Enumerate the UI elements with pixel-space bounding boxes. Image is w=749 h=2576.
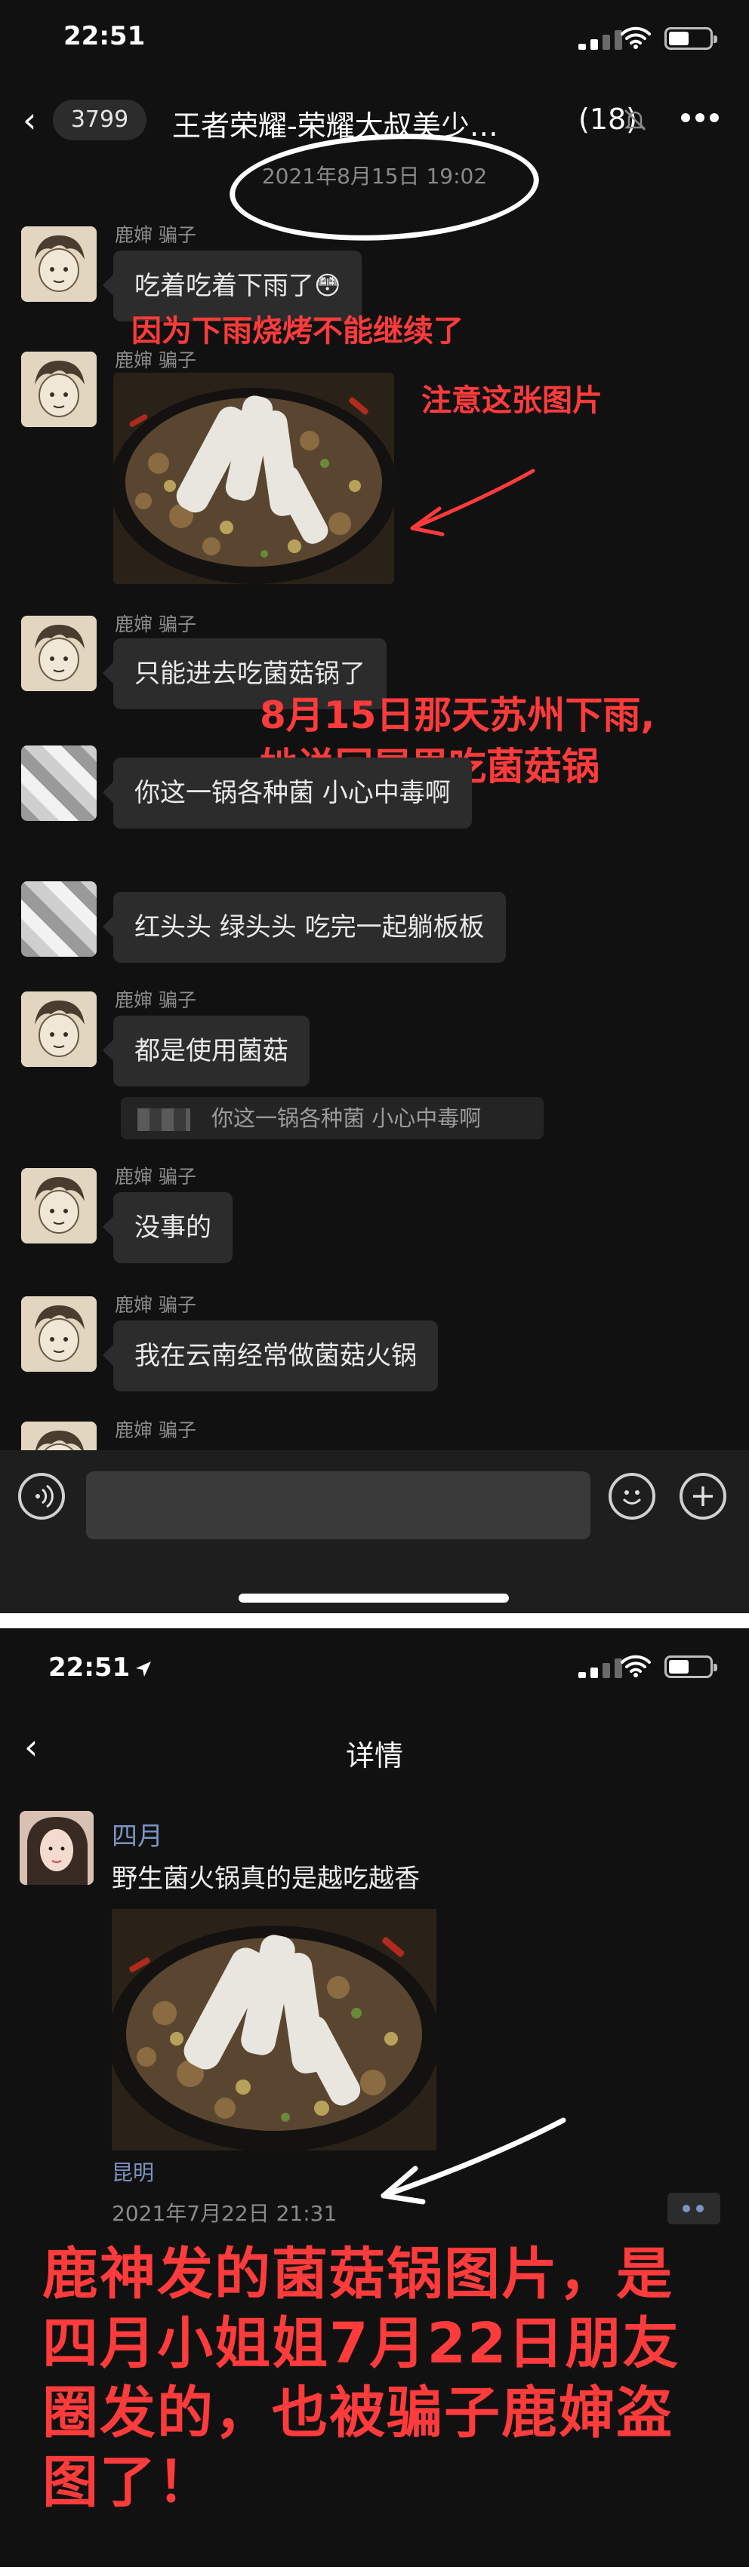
avatar[interactable] [21, 352, 97, 427]
moment-location[interactable]: 昆明 [112, 2156, 154, 2187]
avatar[interactable] [21, 226, 97, 302]
chat-screenshot: 22:51 ‹ 3799 王者荣耀-荣耀大叔美少… (18) 2021年8月15… [0, 0, 749, 1613]
sender-name: 鹿婶 骗子 [115, 224, 196, 246]
home-indicator [239, 1594, 509, 1603]
detail-header: ‹ 详情 [0, 1707, 749, 1790]
moment-text: 野生菌火锅真的是越吃越香 [112, 1864, 420, 1894]
avatar[interactable] [21, 1168, 97, 1243]
location-arrow-icon [136, 1661, 151, 1677]
unread-badge[interactable]: 3799 [53, 100, 146, 140]
annotation-suzhou-line1: 8月15日那天苏州下雨, [260, 693, 655, 737]
arrow-icon [381, 2117, 566, 2205]
avatar[interactable] [21, 991, 97, 1067]
message-input[interactable] [86, 1471, 590, 1539]
page-title: 详情 [345, 1739, 403, 1772]
battery-icon [664, 27, 717, 50]
status-bar: 22:51 [0, 1628, 749, 1707]
more-icon[interactable] [681, 113, 719, 125]
status-bar: 22:51 [0, 0, 749, 78]
avatar[interactable] [21, 881, 97, 957]
sender-name: 鹿婶 骗子 [115, 613, 196, 635]
blurred-name [137, 1108, 190, 1131]
sender-name: 鹿婶 骗子 [115, 1294, 196, 1316]
avatar[interactable] [21, 1296, 97, 1372]
status-time: 22:51 [63, 21, 146, 51]
voice-icon[interactable] [18, 1473, 65, 1520]
mushroom-hotpot-photo[interactable] [113, 373, 394, 584]
message-bubble[interactable]: 红头头 绿头头 吃完一起躺板板 [103, 892, 506, 963]
more-dots-icon[interactable] [667, 2193, 720, 2224]
moment-date: 2021年7月22日 21:31 [112, 2201, 338, 2226]
quoted-message[interactable]: 你这一锅各种菌 小心中毒啊 [121, 1097, 544, 1139]
plus-icon[interactable] [680, 1473, 726, 1520]
annotation-conclusion: 鹿神发的菌菇锅图片，是四月小姐姐7月22日朋友圈发的，也被骗子鹿婶盗图了！ [42, 2242, 680, 2515]
status-time: 22:51 [48, 1652, 131, 1683]
arrow-icon [410, 469, 535, 536]
avatar[interactable] [21, 745, 97, 821]
avatar[interactable] [21, 616, 97, 691]
message-bubble[interactable]: 我在云南经常做菌菇火锅 [103, 1320, 438, 1391]
moment-author[interactable]: 四月 [112, 1815, 163, 1852]
signal-icon [578, 30, 625, 50]
chevron-left-icon[interactable]: ‹ [23, 103, 36, 137]
bell-off-icon [624, 109, 646, 131]
screenshot-collage: 22:51 ‹ 3799 王者荣耀-荣耀大叔美少… (18) 2021年8月15… [0, 0, 749, 2576]
wifi-icon [621, 26, 651, 49]
emoji-icon[interactable] [609, 1473, 655, 1520]
annotation-photo: 注意这张图片 [421, 383, 603, 418]
sender-name: 鹿婶 骗子 [115, 989, 196, 1011]
sender-name: 鹿婶 骗子 [115, 349, 196, 371]
sender-name: 鹿婶 骗子 [115, 1166, 196, 1188]
moments-screenshot: 22:51 ‹ 详情 四月 野生菌火锅真的是越吃越香 昆明 2021年7月22日… [0, 1628, 749, 2567]
sender-name: 鹿婶 骗子 [115, 1419, 196, 1441]
battery-icon [664, 1655, 717, 1678]
message-bubble[interactable]: 没事的 [103, 1192, 233, 1263]
avatar[interactable] [20, 1811, 94, 1885]
chat-input-bar [0, 1450, 749, 1613]
message-bubble[interactable]: 你这一锅各种菌 小心中毒啊 [103, 758, 472, 828]
message-bubble[interactable]: 都是使用菌菇 [103, 1016, 310, 1087]
quote-text: 你这一锅各种菌 小心中毒啊 [211, 1105, 482, 1131]
annotation-rain: 因为下雨烧烤不能继续了 [131, 314, 464, 349]
wifi-icon [621, 1655, 651, 1677]
signal-icon [578, 1658, 625, 1678]
